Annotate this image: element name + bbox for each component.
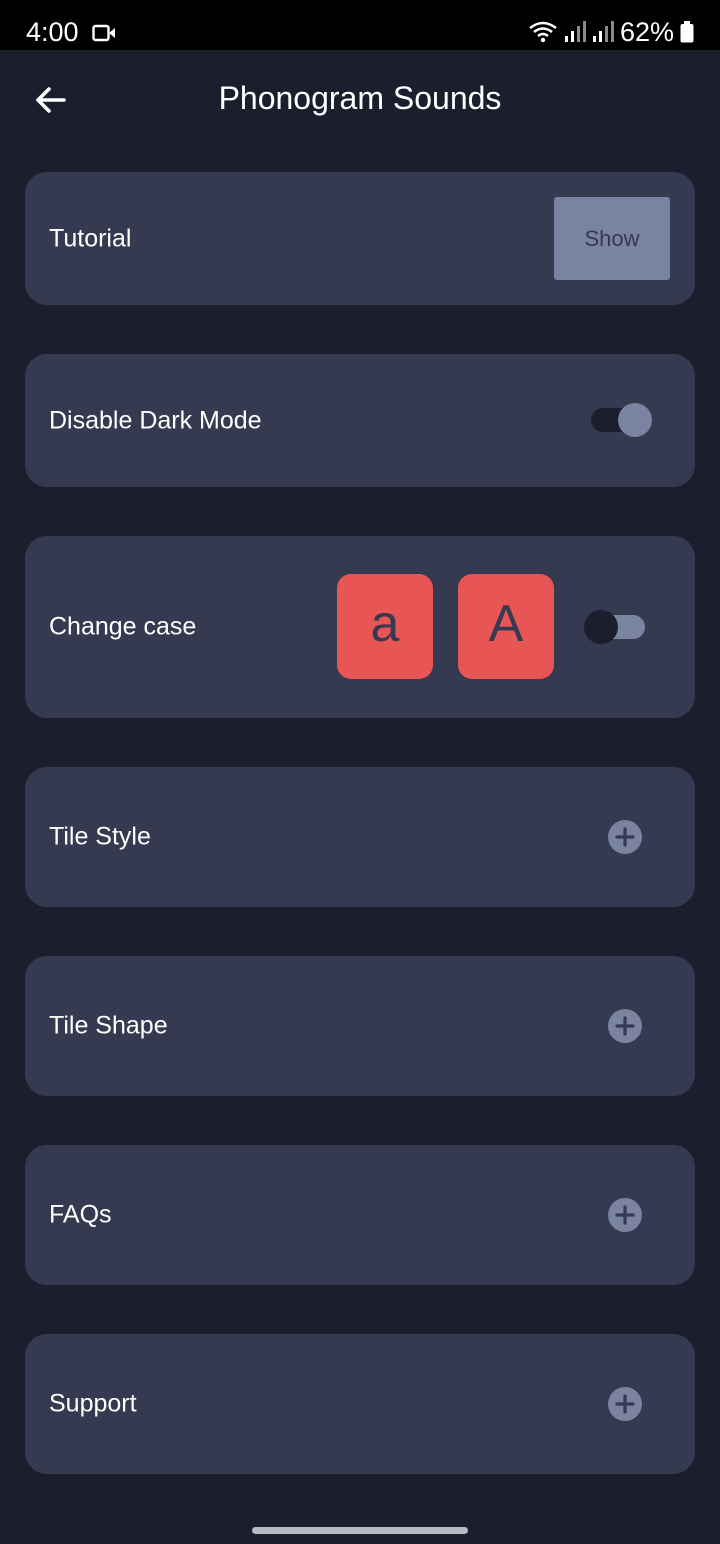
app-bar: Phonogram Sounds <box>0 50 720 146</box>
expand-plus-icon[interactable] <box>607 819 643 855</box>
expand-plus-icon[interactable] <box>607 1197 643 1233</box>
dark-mode-toggle[interactable] <box>591 403 652 437</box>
lowercase-tile[interactable]: a <box>337 574 433 679</box>
video-camera-icon <box>92 24 115 42</box>
change-case-label: Change case <box>49 612 197 641</box>
status-icons: 62% <box>528 14 694 50</box>
wifi-icon <box>529 21 557 43</box>
support-card[interactable]: Support <box>25 1334 695 1474</box>
tile-shape-card[interactable]: Tile Shape <box>25 956 695 1096</box>
tile-shape-label: Tile Shape <box>49 1011 168 1040</box>
toggle-knob <box>618 403 652 437</box>
page-title: Phonogram Sounds <box>218 80 502 116</box>
uppercase-tile[interactable]: A <box>458 574 554 679</box>
show-tutorial-button[interactable]: Show <box>554 197 670 280</box>
tutorial-card: Tutorial Show <box>25 172 695 305</box>
tile-style-label: Tile Style <box>49 822 151 851</box>
battery-percent: 62% <box>619 16 674 47</box>
signal-icon <box>592 21 614 42</box>
support-label: Support <box>49 1389 137 1418</box>
signal-icon <box>564 21 586 42</box>
expand-plus-icon[interactable] <box>607 1008 643 1044</box>
toggle-knob <box>584 610 618 644</box>
faqs-label: FAQs <box>49 1200 112 1229</box>
status-time: 4:00 <box>26 17 79 47</box>
change-case-toggle[interactable] <box>584 610 645 644</box>
faqs-card[interactable]: FAQs <box>25 1145 695 1285</box>
expand-plus-icon[interactable] <box>607 1386 643 1422</box>
change-case-card: Change case a A <box>25 536 695 718</box>
dark-mode-label: Disable Dark Mode <box>49 406 262 434</box>
tutorial-label: Tutorial <box>49 224 132 252</box>
dark-mode-card: Disable Dark Mode <box>25 354 695 487</box>
tile-style-card[interactable]: Tile Style <box>25 767 695 907</box>
home-indicator[interactable] <box>252 1527 468 1534</box>
status-bar: 4:00 62% <box>0 0 720 50</box>
battery-icon <box>680 21 694 43</box>
